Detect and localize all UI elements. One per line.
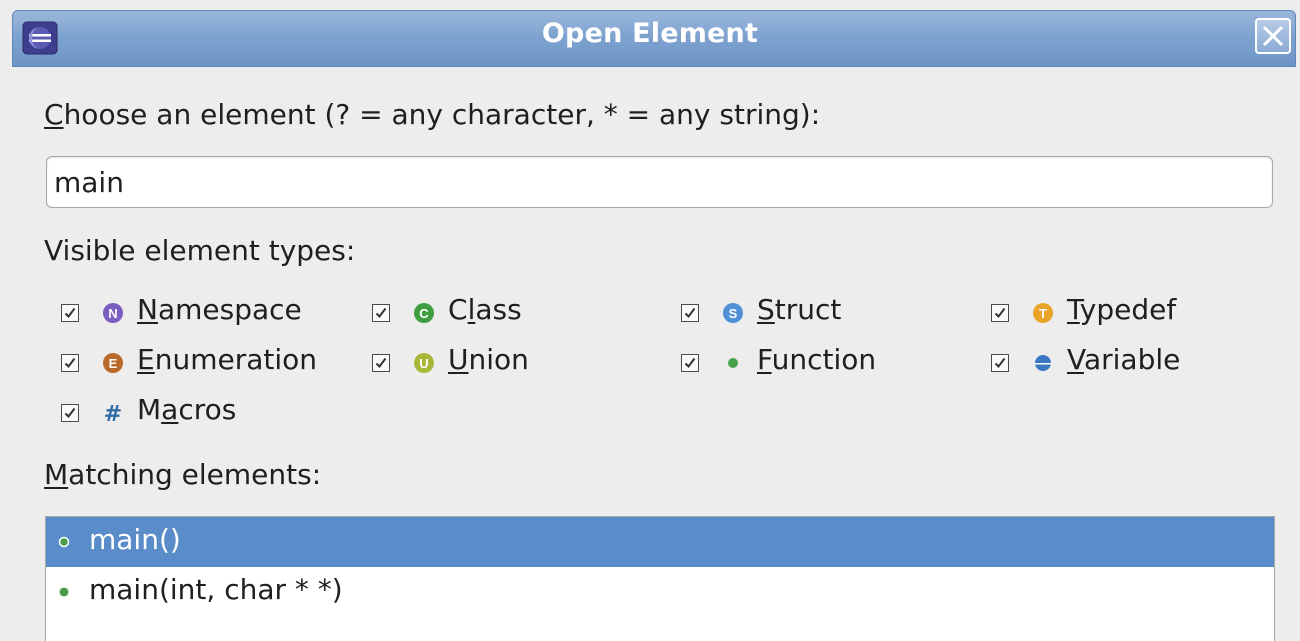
svg-text:U: U (419, 356, 428, 371)
variable-label: Variable (1067, 343, 1181, 376)
close-icon (1262, 25, 1284, 47)
namespace-label: Namespace (137, 293, 302, 326)
search-prompt-label: Choose an element (? = any character, * … (44, 98, 821, 131)
svg-text:E: E (109, 356, 118, 371)
function-icon (58, 536, 70, 548)
macros-label: Macros (137, 393, 237, 426)
list-item[interactable]: main(int, char * *) (46, 567, 1274, 617)
close-button[interactable] (1255, 18, 1291, 54)
union-label: Union (448, 343, 529, 376)
macros-checkbox[interactable] (61, 404, 79, 422)
union-icon: U (414, 353, 434, 373)
title-bar[interactable]: Open Element (0, 0, 1300, 76)
union-checkbox[interactable] (372, 354, 390, 372)
enumeration-label: Enumeration (137, 343, 318, 376)
namespace-icon: N (103, 303, 123, 323)
function-icon (59, 587, 69, 597)
typedef-checkbox[interactable] (991, 304, 1009, 322)
svg-text:T: T (1039, 306, 1047, 321)
class-icon: C (414, 303, 434, 323)
function-icon (728, 358, 738, 368)
enumeration-checkbox[interactable] (61, 354, 79, 372)
enumeration-icon: E (103, 353, 123, 373)
variable-checkbox[interactable] (991, 354, 1009, 372)
class-checkbox[interactable] (372, 304, 390, 322)
search-input[interactable] (46, 156, 1273, 208)
typedef-icon: T (1033, 303, 1053, 323)
matching-elements-list[interactable]: main() main(int, char * *) (45, 516, 1275, 641)
struct-icon: S (723, 303, 743, 323)
struct-checkbox[interactable] (681, 304, 699, 322)
element-types-label: Visible element types: (44, 234, 356, 267)
variable-icon (1035, 355, 1051, 371)
namespace-checkbox[interactable] (61, 304, 79, 322)
class-label: Class (448, 293, 522, 326)
list-item[interactable]: main() (46, 517, 1274, 567)
struct-label: Struct (757, 293, 842, 326)
typedef-label: Typedef (1067, 293, 1177, 326)
svg-text:N: N (108, 306, 117, 321)
macro-icon: # (104, 402, 122, 425)
list-item-label: main() (89, 523, 181, 556)
function-checkbox[interactable] (681, 354, 699, 372)
matching-elements-label: Matching elements: (44, 458, 322, 491)
open-element-dialog: Open Element Choose an element (? = any … (0, 0, 1300, 641)
svg-text:#: # (104, 402, 122, 425)
svg-text:C: C (419, 306, 429, 321)
function-label: Function (757, 343, 877, 376)
dialog-title: Open Element (541, 18, 759, 49)
list-item-label: main(int, char * *) (89, 573, 343, 606)
svg-text:S: S (729, 306, 738, 321)
